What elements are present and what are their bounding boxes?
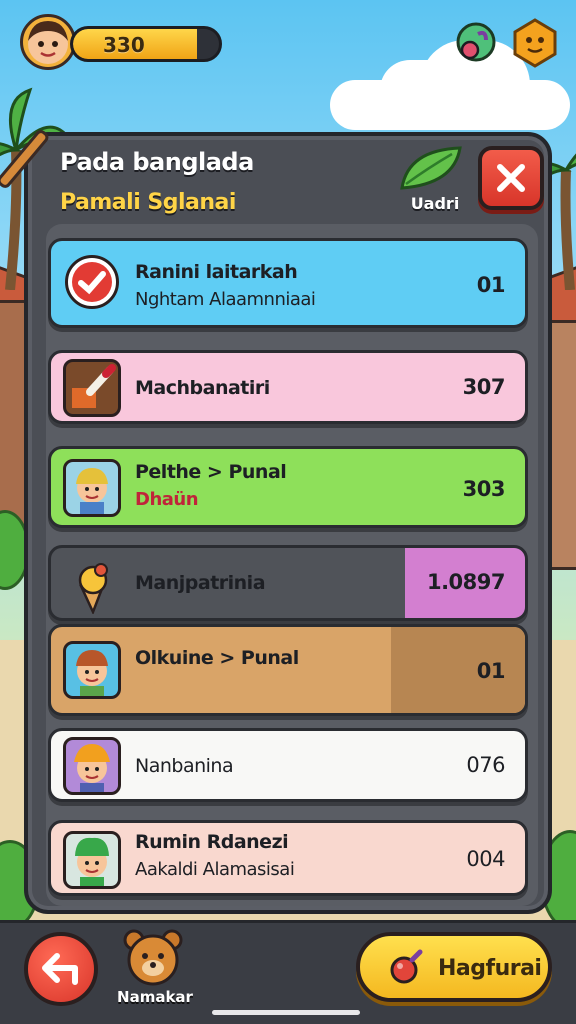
panel-title: Pada banglada [60,148,254,176]
row-title: Rumin Rdanezi [135,831,289,853]
kid-avatar-icon [63,459,121,517]
bear-mascot-icon[interactable] [120,928,186,988]
panel-subtitle: Pamali Sglanai [60,190,236,215]
paintbrush-icon [63,359,121,417]
row-subtitle: Nghtam Alaamnniaai [135,289,316,310]
row-subtitle: Aakaldi Alamasisai [135,859,295,880]
row-value: 01 [476,273,506,297]
builder-avatar-icon [63,737,121,795]
row-title: Olkuine > Punal [135,647,299,669]
checkmark-icon [65,255,119,309]
gem-icon[interactable] [452,20,498,66]
row-value: 004 [466,847,505,871]
close-icon [497,164,525,192]
row-subtitle: Dhaün [135,489,199,510]
leaf-icon[interactable] [398,144,464,192]
list-item[interactable]: Pelthe > Punal Dhaün 303 [48,446,528,528]
close-button[interactable] [478,146,544,210]
row-value: 01 [476,659,506,683]
green-hat-avatar-icon [63,831,121,889]
home-indicator [212,1010,360,1015]
action-button[interactable]: Hagfurai [356,932,552,1002]
player-avatar[interactable] [20,14,76,70]
row-value: 303 [462,477,506,501]
coin-bar: 330 [70,26,222,62]
row-title: Pelthe > Punal [135,461,287,483]
boy-avatar-icon [63,641,121,699]
action-label: Hagfurai [438,956,542,981]
list-item[interactable]: Ranini laitarkah Nghtam Alaamnniaai 01 [48,238,528,328]
coin-count: 330 [103,33,145,57]
candy-icon [390,949,423,984]
leaf-label: Uadri [410,194,460,213]
back-arrow-icon [42,953,78,985]
row-title: Machbanatiri [135,377,270,399]
cloud [380,60,460,120]
row-value: 1.0897 [426,570,506,594]
back-button[interactable] [24,932,98,1006]
mascot-label: Namakar [117,988,193,1006]
row-title: Nanbanina [135,755,234,777]
girl-avatar-icon [28,21,68,64]
list-item[interactable]: Olkuine > Punal 01 [48,624,528,716]
list-item[interactable]: Nanbanina 076 [48,728,528,802]
sun-face-icon[interactable] [510,18,560,68]
row-title: Manjpatrinia [135,572,266,594]
row-value: 076 [466,753,505,777]
list-item[interactable]: Manjpatrinia 1.0897 [48,545,528,621]
list-item[interactable]: Rumin Rdanezi Aakaldi Alamasisai 004 [48,820,528,896]
ice-cream-icon [63,556,121,614]
row-value: 307 [462,375,506,399]
row-title: Ranini laitarkah [135,261,298,283]
list-item[interactable]: Machbanatiri 307 [48,350,528,424]
